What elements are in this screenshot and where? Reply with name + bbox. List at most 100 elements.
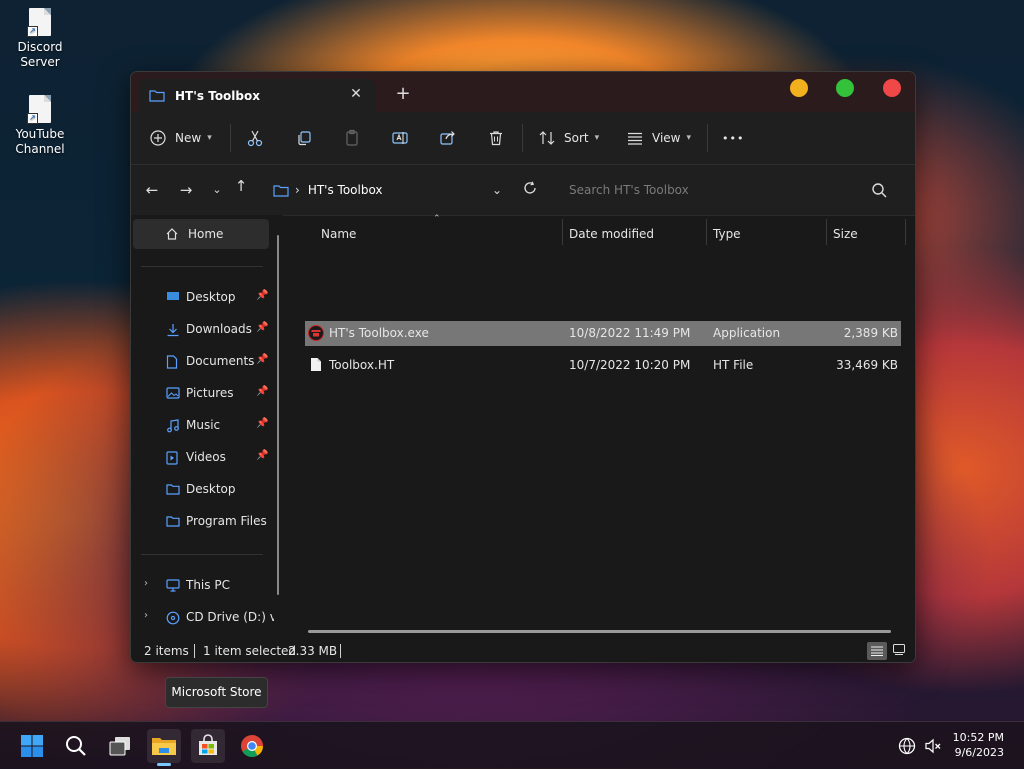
search-placeholder: Search HT's Toolbox	[569, 183, 689, 197]
horizontal-scrollbar[interactable]	[308, 630, 891, 633]
new-tab-button[interactable]: +	[393, 84, 413, 104]
sort-icon	[539, 131, 555, 145]
column-header-name[interactable]: Name	[321, 227, 356, 253]
column-header-size[interactable]: Size	[833, 227, 858, 253]
sidebar-item-desktop-folder[interactable]: Desktop	[131, 475, 281, 505]
rename-button[interactable]	[391, 124, 409, 152]
column-divider[interactable]	[905, 219, 906, 245]
command-bar: New ▾ Sort ▾ View ▾ •••	[131, 112, 915, 165]
computer-icon	[166, 579, 180, 592]
item-count: 2 items	[144, 644, 189, 658]
tiles-view-icon	[893, 644, 905, 655]
status-divider	[340, 644, 341, 658]
file-size: 33,469 KB	[836, 358, 898, 372]
back-button[interactable]: ←	[141, 179, 163, 201]
file-name: HT's Toolbox.exe	[329, 326, 429, 340]
file-row-toolbox-ht[interactable]: Toolbox.HT 10/7/2022 10:20 PM HT File 33…	[305, 353, 901, 377]
toolbar-divider	[230, 124, 231, 152]
chevron-right-icon[interactable]: ›	[144, 578, 148, 589]
search-icon[interactable]	[872, 183, 887, 198]
new-button[interactable]: New ▾	[149, 124, 212, 152]
file-icon: ↗	[27, 8, 51, 37]
address-dropdown-button[interactable]: ⌄	[486, 179, 508, 201]
sidebar-scrollbar[interactable]	[277, 235, 279, 595]
refresh-button[interactable]	[519, 179, 541, 201]
column-header-date[interactable]: Date modified	[569, 227, 654, 253]
file-size: 2,389 KB	[843, 326, 898, 340]
breadcrumb-current[interactable]: HT's Toolbox	[308, 183, 383, 197]
download-icon	[167, 324, 179, 337]
file-row-hts-toolbox-exe[interactable]: HT's Toolbox.exe 10/8/2022 11:49 PM Appl…	[305, 321, 901, 345]
sidebar-item-program-files[interactable]: Program Files	[131, 507, 281, 537]
close-tab-icon[interactable]: ✕	[347, 85, 365, 103]
search-button[interactable]	[59, 729, 93, 763]
view-button[interactable]: View ▾	[626, 124, 691, 152]
sidebar-item-videos[interactable]: Videos 📌	[131, 443, 281, 473]
trash-icon	[490, 131, 502, 146]
column-divider[interactable]	[562, 219, 563, 245]
network-icon[interactable]	[898, 737, 916, 755]
cut-button[interactable]	[246, 124, 264, 152]
sidebar-item-downloads[interactable]: Downloads 📌	[131, 315, 281, 345]
task-view-button[interactable]	[103, 729, 137, 763]
address-bar-row: ← → ⌄ ↑ › HT's Toolbox ⌄ Search HT's Too…	[131, 165, 915, 216]
title-bar[interactable]: HT's Toolbox ✕ +	[131, 72, 915, 112]
sidebar-item-cd-drive[interactable]: › CD Drive (D:) virtio-win	[131, 603, 281, 633]
folder-icon	[166, 484, 180, 495]
clock-time: 10:52 PM	[952, 731, 1004, 744]
system-clock[interactable]: 10:52 PM 9/6/2023	[953, 730, 1004, 760]
tab-hts-toolbox[interactable]: HT's Toolbox ✕	[139, 79, 375, 112]
close-window-button[interactable]	[883, 79, 901, 97]
share-button[interactable]	[439, 124, 457, 152]
delete-button[interactable]	[487, 124, 505, 152]
column-header-type[interactable]: Type	[713, 227, 741, 253]
selection-size: 2.33 MB	[288, 644, 338, 658]
sidebar-item-label: This PC	[186, 578, 230, 592]
sidebar-divider	[141, 266, 263, 267]
chevron-right-icon[interactable]: ›	[144, 610, 148, 621]
breadcrumb[interactable]: › HT's Toolbox	[273, 175, 513, 205]
sidebar-item-music[interactable]: Music 📌	[131, 411, 281, 441]
pin-icon: 📌	[256, 354, 269, 365]
forward-button[interactable]: →	[175, 179, 197, 201]
breadcrumb-separator: ›	[295, 183, 300, 197]
view-button-label: View	[652, 131, 681, 145]
copy-button[interactable]	[295, 124, 313, 152]
sidebar-item-desktop[interactable]: Desktop 📌	[131, 283, 281, 313]
clock-date: 9/6/2023	[954, 746, 1004, 759]
sidebar-item-documents[interactable]: Documents 📌	[131, 347, 281, 377]
desktop-shortcut-youtube[interactable]: ↗ YouTube Channel	[0, 95, 80, 157]
file-name: Toolbox.HT	[329, 358, 395, 372]
list-view-icon	[628, 132, 642, 145]
details-view-button[interactable]	[867, 642, 887, 660]
sort-button[interactable]: Sort ▾	[538, 124, 599, 152]
document-icon	[166, 355, 178, 369]
sort-button-label: Sort	[564, 131, 589, 145]
sidebar-item-home[interactable]: Home	[133, 219, 269, 249]
selection-count: 1 item selected	[203, 644, 297, 658]
sidebar-item-this-pc[interactable]: › This PC	[131, 571, 281, 601]
maximize-button[interactable]	[836, 79, 854, 97]
sidebar-item-pictures[interactable]: Pictures 📌	[131, 379, 281, 409]
scissors-icon	[247, 130, 263, 147]
column-divider[interactable]	[706, 219, 707, 245]
minimize-button[interactable]	[790, 79, 808, 97]
paste-button[interactable]	[343, 124, 361, 152]
file-date: 10/7/2022 10:20 PM	[569, 358, 691, 372]
taskbar-microsoft-store[interactable]	[191, 729, 225, 763]
copy-icon	[298, 131, 311, 146]
volume-muted-icon[interactable]	[924, 738, 942, 754]
taskbar-file-explorer[interactable]	[147, 729, 181, 766]
desktop-icon-label: Server	[20, 55, 60, 69]
taskbar-chrome[interactable]	[235, 729, 269, 763]
recent-locations-button[interactable]: ⌄	[206, 179, 228, 201]
sidebar-item-label: Program Files	[186, 514, 267, 528]
search-box[interactable]: Search HT's Toolbox	[558, 175, 903, 205]
up-button[interactable]: ↑	[230, 175, 252, 197]
column-divider[interactable]	[826, 219, 827, 245]
more-options-button[interactable]: •••	[722, 124, 744, 152]
desktop-shortcut-discord[interactable]: ↗ Discord Server	[0, 8, 80, 70]
start-button[interactable]	[15, 729, 49, 763]
file-type: HT File	[713, 358, 754, 372]
tiles-view-button[interactable]	[893, 644, 907, 658]
